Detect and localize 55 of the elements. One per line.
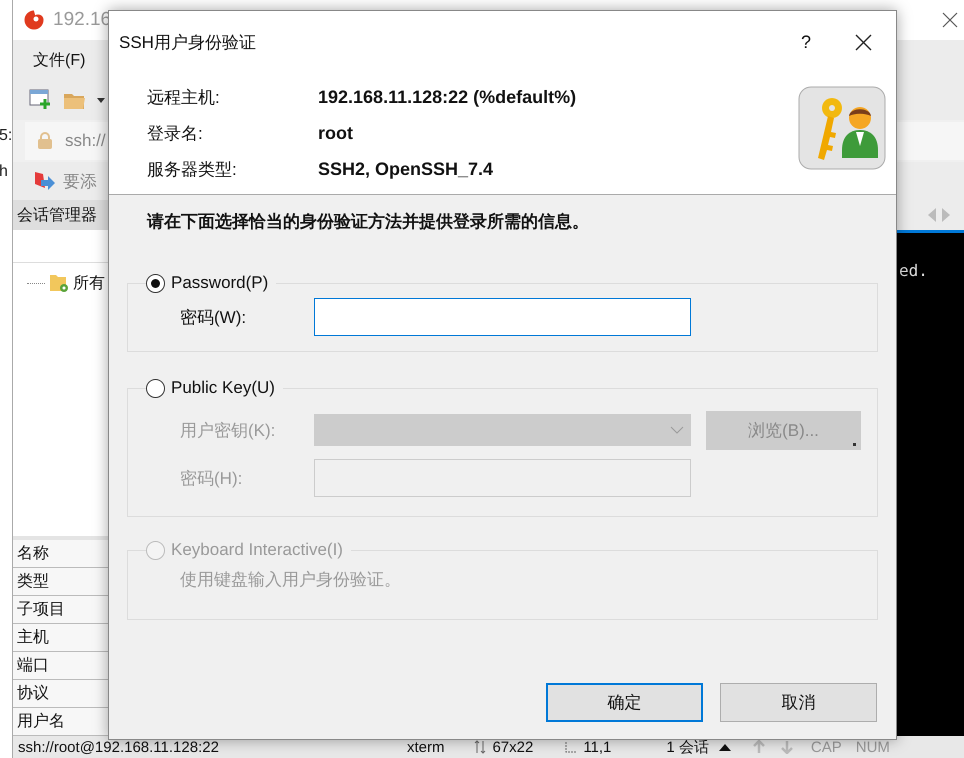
caret-icon[interactable] (97, 98, 105, 102)
close-icon[interactable] (942, 12, 958, 28)
field-label: 用户密钥(K): (180, 420, 276, 442)
dialog-button[interactable]: 确定 (546, 683, 703, 722)
radio-label: Keyboard Interactive(I) (171, 540, 343, 560)
field-label: 密码(H): (180, 468, 244, 490)
dialog-title: SSH用户身份验证 (119, 32, 256, 54)
info-value: SSH2, OpenSSH_7.4 (318, 158, 494, 180)
menu-item[interactable]: 文件(F) (33, 50, 86, 70)
info-value: root (318, 122, 354, 144)
text-fragment: h (0, 163, 8, 181)
terminal-type: xterm (406, 738, 444, 756)
close-icon[interactable] (855, 34, 872, 50)
new-session-icon[interactable] (29, 88, 53, 112)
radio-button[interactable] (146, 274, 165, 292)
field-label: 密码(W): (180, 306, 248, 328)
radio-label[interactable]: Public Key(U) (171, 378, 275, 398)
info-value: 192.168.11.128:22 (%default%) (318, 86, 576, 108)
property-name: 端口 (13, 652, 108, 680)
info-label: 登录名: (147, 122, 204, 144)
session-count: 1 会话 (666, 738, 709, 756)
folder-gear-icon (49, 272, 69, 294)
text-fragment: 5: (0, 127, 12, 145)
info-label: 服务器类型: (147, 158, 238, 180)
hint-text: 要添 (63, 170, 97, 192)
property-name: 类型 (13, 568, 108, 596)
terminal-size: 67x22 (492, 738, 534, 756)
caret-icon[interactable] (718, 742, 731, 752)
connection-address: ssh://root@192.168.11.128:22 (18, 738, 219, 756)
cursor-icon (565, 740, 578, 754)
instruction-text: 请在下面选择恰当的身份验证方法并提供登录所需的信息。 (146, 211, 590, 233)
caps-lock-indicator: CAP (810, 738, 842, 756)
dialog-button[interactable]: 取消 (720, 683, 877, 722)
bookmark-arrow-icon (33, 170, 55, 192)
property-name: 名称 (13, 540, 108, 568)
resize-icon (474, 740, 486, 754)
chevron-down-icon (670, 426, 684, 434)
property-name: 子项目 (13, 596, 108, 624)
property-name: 用户名 (13, 708, 108, 736)
browse-button: 浏览(B)... (706, 410, 861, 450)
method-description: 使用键盘输入用户身份验证。 (180, 569, 402, 591)
property-name: 协议 (13, 680, 108, 708)
cursor-position: 11,1 (583, 738, 612, 756)
lock-icon (37, 132, 53, 150)
radio-button[interactable] (146, 378, 165, 398)
user-key-icon (798, 86, 886, 170)
app-logo-icon (23, 9, 45, 31)
property-name: 主机 (13, 624, 108, 652)
num-lock-indicator: NUM (856, 738, 890, 756)
radio-label[interactable]: Password(P) (171, 273, 268, 293)
tree-item[interactable]: 所有 (73, 272, 105, 294)
input-field[interactable] (314, 298, 691, 336)
pane-header: 会话管理器 (13, 200, 108, 230)
help-button[interactable]: ? (786, 32, 826, 52)
info-label: 远程主机: (147, 86, 221, 108)
